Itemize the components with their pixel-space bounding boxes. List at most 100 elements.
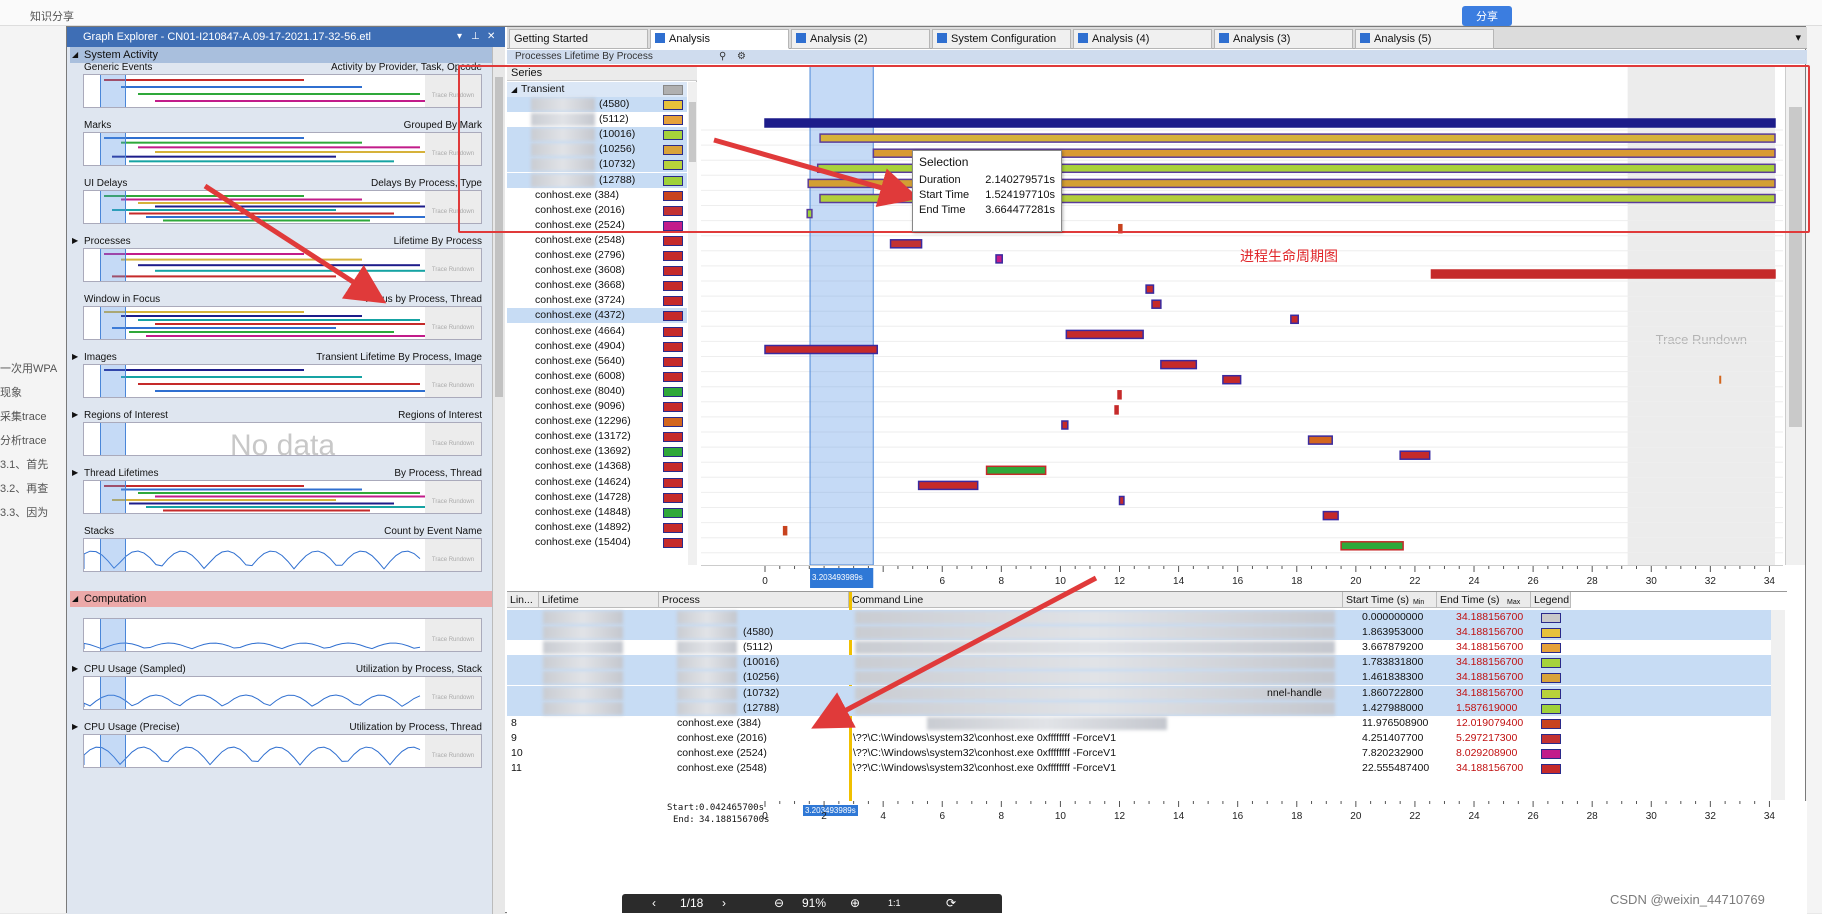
share-button[interactable]: 分享 xyxy=(1462,6,1512,26)
cell-start-time: 7.820232900 xyxy=(1362,746,1424,759)
table-row[interactable]: 0.000000000 34.188156700 xyxy=(507,610,1782,625)
tab-getting-started[interactable]: Getting Started xyxy=(509,29,648,49)
tab-analysis-3[interactable]: Analysis (3) xyxy=(1214,29,1353,49)
cell-legend-swatch xyxy=(1541,718,1561,729)
table-row[interactable]: (4580) 1.863953000 34.188156700 xyxy=(507,625,1782,641)
graph-thumbnail[interactable]: No data Trace Rundown xyxy=(83,422,482,462)
rotate-icon[interactable]: ⟳ xyxy=(946,894,956,913)
graph-expand-icon[interactable]: ▶ xyxy=(72,352,78,361)
gear-icon[interactable]: ⚙ xyxy=(737,50,746,64)
table-scrollbar[interactable] xyxy=(1771,610,1785,800)
table-row[interactable]: 11 conhost.exe (2548) \??\C:\Windows\syste… xyxy=(507,761,1782,776)
close-icon[interactable]: ✕ xyxy=(487,27,495,47)
series-row[interactable]: conhost.exe (4664) xyxy=(507,324,687,339)
graph-thumbnail[interactable]: Trace Rundown xyxy=(83,734,482,768)
section-header[interactable]: ◢ Computation xyxy=(70,591,492,607)
graph-expand-icon[interactable]: ▶ xyxy=(72,664,78,673)
column-header-lifetime[interactable]: Lifetime xyxy=(539,592,659,608)
graph-thumbnail[interactable]: Trace Rundown xyxy=(83,190,482,224)
actual-size-button[interactable]: 1:1 xyxy=(888,894,901,913)
series-swatch xyxy=(663,462,683,473)
graph-thumbnail[interactable]: Trace Rundown xyxy=(83,364,482,398)
graph-preset[interactable]: Lifetime By Process xyxy=(394,236,482,247)
column-header-process[interactable]: Process xyxy=(659,592,849,608)
table-row[interactable]: (10732) nnel-handle 1.860722800 34.18815670… xyxy=(507,685,1782,701)
series-swatch xyxy=(663,341,683,352)
series-name: conhost.exe (14728) xyxy=(535,490,631,503)
section-header[interactable]: ◢ System Activity xyxy=(70,47,492,63)
series-row[interactable]: conhost.exe (15404) xyxy=(507,535,687,550)
graph-expand-icon[interactable]: ▶ xyxy=(72,410,78,419)
series-row[interactable]: conhost.exe (5640) xyxy=(507,354,687,369)
series-row[interactable]: conhost.exe (14624) xyxy=(507,475,687,490)
graph-expand-icon[interactable]: ▶ xyxy=(72,722,78,731)
graph-expand-icon[interactable]: ▶ xyxy=(72,236,78,245)
graph-preset[interactable]: Regions of Interest xyxy=(398,410,482,421)
series-row[interactable]: conhost.exe (3608) xyxy=(507,263,687,278)
zoom-in-icon[interactable]: ⊕ xyxy=(850,894,860,913)
thumbnail-bar xyxy=(121,198,362,201)
series-swatch xyxy=(663,417,683,428)
graph-thumbnail[interactable]: Trace Rundown xyxy=(83,480,482,514)
series-row[interactable]: conhost.exe (4904) xyxy=(507,339,687,354)
tab-analysis-5[interactable]: Analysis (5) xyxy=(1355,29,1494,49)
table-row[interactable]: (12788) 1.427988000 1.587619000 xyxy=(507,700,1782,716)
table-row[interactable]: 9 conhost.exe (2016) \??\C:\Windows\system… xyxy=(507,731,1782,746)
graph-thumbnail[interactable]: Trace Rundown xyxy=(83,74,482,108)
series-row[interactable]: conhost.exe (8040) xyxy=(507,384,687,399)
series-row[interactable]: conhost.exe (13692) xyxy=(507,444,687,459)
tab-analysis[interactable]: Analysis xyxy=(650,29,789,49)
table-row[interactable]: 8 conhost.exe (384) 11.976508900 12.0190794… xyxy=(507,716,1782,731)
series-row[interactable]: conhost.exe (14848) xyxy=(507,505,687,520)
series-row[interactable]: conhost.exe (9096) xyxy=(507,399,687,414)
expand-icon[interactable]: ◢ xyxy=(72,591,78,607)
graph-thumbnail[interactable]: Trace Rundown xyxy=(83,538,482,572)
graph-thumbnail[interactable]: Trace Rundown xyxy=(83,618,482,652)
column-header-legend[interactable]: Legend xyxy=(1531,592,1571,608)
pin-icon[interactable]: ⊥ xyxy=(471,27,480,47)
dropdown-icon[interactable]: ▾ xyxy=(457,27,462,47)
graph-preset[interactable]: Utilization by Process, Stack xyxy=(356,664,482,675)
series-row[interactable]: conhost.exe (3668) xyxy=(507,278,687,293)
expand-icon[interactable]: ◢ xyxy=(72,47,78,63)
series-name: conhost.exe (2796) xyxy=(535,249,625,261)
series-row[interactable]: conhost.exe (14892) xyxy=(507,520,687,535)
series-row[interactable]: conhost.exe (4372) xyxy=(507,308,687,324)
series-row[interactable]: conhost.exe (3724) xyxy=(507,293,687,308)
table-row[interactable]: (10016) 1.783831800 34.188156700 xyxy=(507,655,1782,671)
graph-thumbnail[interactable]: Trace Rundown xyxy=(83,132,482,166)
next-page-icon[interactable]: › xyxy=(722,894,726,913)
tab-overflow-icon[interactable]: ▾ xyxy=(1795,31,1801,44)
graph-thumbnail[interactable]: Trace Rundown xyxy=(83,306,482,340)
tab-system-configuration[interactable]: System Configuration xyxy=(932,29,1071,49)
thumbnail-rundown: Trace Rundown xyxy=(425,423,481,455)
graph-preset[interactable]: Utilization by Process, Thread xyxy=(349,722,482,733)
search-icon[interactable]: ⚲ xyxy=(719,50,726,64)
graph-thumbnail[interactable]: Trace Rundown xyxy=(83,248,482,282)
graph-preset[interactable]: By Process, Thread xyxy=(394,468,482,479)
column-header-command-line[interactable]: Command Line xyxy=(849,592,1343,608)
tab-analysis-4[interactable]: Analysis (4) xyxy=(1073,29,1212,49)
zoom-out-icon[interactable]: ⊖ xyxy=(774,894,784,913)
tab-analysis-2[interactable]: Analysis (2) xyxy=(791,29,930,49)
graph-preset[interactable]: Count by Event Name xyxy=(384,526,482,537)
axis-tick-label: 30 xyxy=(1646,811,1658,822)
series-row[interactable]: conhost.exe (2796) xyxy=(507,248,687,263)
cell-process: conhost.exe (384) xyxy=(677,716,762,729)
table-row[interactable]: (10256) 1.461838300 34.188156700 xyxy=(507,670,1782,686)
column-header-lin[interactable]: Lin... xyxy=(507,592,539,608)
series-row[interactable]: conhost.exe (13172) xyxy=(507,429,687,444)
series-row[interactable]: conhost.exe (2548) xyxy=(507,233,687,248)
table-row[interactable]: (5112) 3.667879200 34.188156700 xyxy=(507,640,1782,655)
table-row[interactable]: 10 conhost.exe (2524) \??\C:\Windows\syste… xyxy=(507,746,1782,761)
series-row[interactable]: conhost.exe (12296) xyxy=(507,414,687,429)
graph-thumbnail[interactable]: Trace Rundown xyxy=(83,676,482,710)
graph-preset[interactable]: Focus by Process, Thread xyxy=(365,294,482,305)
series-row[interactable]: conhost.exe (14368) xyxy=(507,459,687,474)
thumbnail-selection xyxy=(100,619,126,651)
series-row[interactable]: conhost.exe (6008) xyxy=(507,369,687,384)
prev-page-icon[interactable]: ‹ xyxy=(652,894,656,913)
graph-preset[interactable]: Transient Lifetime By Process, Image xyxy=(316,352,482,363)
series-row[interactable]: conhost.exe (14728) xyxy=(507,490,687,505)
graph-expand-icon[interactable]: ▶ xyxy=(72,468,78,477)
